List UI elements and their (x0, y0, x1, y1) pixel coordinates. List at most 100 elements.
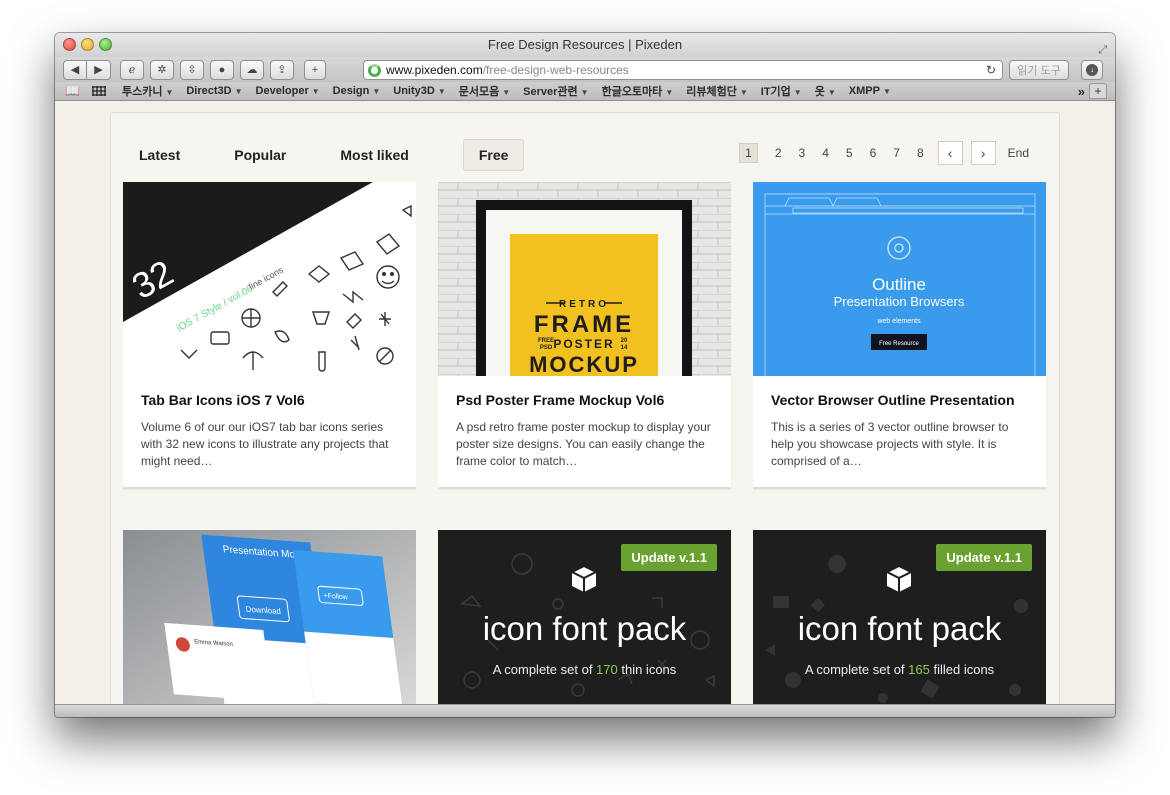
card-title[interactable]: Psd Poster Frame Mockup Vol6 (456, 392, 713, 408)
thumb-outline-subtitle: Presentation Browsers (834, 294, 965, 309)
bookmark-label: 옷 (814, 86, 825, 98)
tab-latest[interactable]: Latest (139, 147, 180, 163)
chevron-down-icon: ▼ (502, 88, 511, 97)
sync-icon[interactable]: ⇳ (180, 59, 204, 80)
tab-most-liked[interactable]: Most liked (340, 147, 408, 163)
poster-frame-artwork: RETRO FRAME FREE PSD POSTER 20 14 MOCKUP (438, 182, 731, 376)
address-path: /free-design-web-resources (482, 63, 629, 77)
page-link[interactable]: 4 (822, 146, 829, 160)
page-link[interactable]: 2 (775, 146, 782, 160)
poster-year-top: 20 (621, 338, 628, 344)
card-thumbnail[interactable]: Outline Presentation Browsers web elemen… (753, 182, 1046, 376)
last-page-link[interactable]: End (1008, 146, 1029, 160)
page-link[interactable]: 3 (799, 146, 806, 160)
page-link[interactable]: 5 (846, 146, 853, 160)
downloads-button[interactable]: ↓ (1081, 60, 1103, 80)
reload-icon[interactable]: ↻ (986, 63, 996, 77)
bookmark-label: Developer (255, 85, 309, 97)
next-page-button[interactable]: › (970, 141, 996, 165)
update-badge[interactable]: Update v.1.1 (936, 544, 1032, 571)
ie-tab-icon[interactable]: ℯ (120, 59, 144, 80)
browser-window: Free Design Resources | Pixeden ⤢ ◀ ▶ ℯ … (55, 33, 1115, 717)
minimize-window-button[interactable] (81, 38, 94, 51)
tab-bar-icons-artwork: 32 Tab-Bar Icons iOS 7 Style / vol.06 li… (123, 182, 416, 376)
pagination: 1 2 3 4 5 6 7 8 ‹ › End (739, 141, 1029, 165)
share-icon[interactable]: ⇪ (270, 59, 294, 80)
record-icon[interactable]: ● (210, 59, 234, 80)
bookmark-item[interactable]: Design ▼ (333, 85, 381, 97)
poster-year-bottom: 14 (621, 345, 628, 351)
subtitle-suffix: filled icons (929, 662, 995, 677)
bookmark-label: 투스카니 (121, 86, 163, 98)
close-window-button[interactable] (63, 38, 76, 51)
subtitle-prefix: A complete set of (492, 662, 597, 677)
chevron-down-icon: ▼ (882, 87, 891, 96)
new-tab-plus-icon[interactable]: + (304, 59, 326, 80)
poster-free-text: FREE (538, 338, 554, 344)
page-link[interactable]: 8 (917, 146, 924, 160)
resource-card[interactable]: RETRO FRAME FREE PSD POSTER 20 14 MOCKUP (438, 182, 731, 489)
extension-icon[interactable]: ✲ (150, 59, 174, 80)
card-thumbnail[interactable]: Update v.1.1 icon font pack A complete s… (753, 530, 1046, 704)
icon-font-pack-title: icon font pack (482, 610, 687, 647)
bookmark-item[interactable]: Developer ▼ (256, 85, 320, 97)
back-button[interactable]: ◀ (63, 59, 87, 80)
bookmark-item[interactable]: 투스카니 ▼ (122, 83, 173, 99)
page-link[interactable]: 7 (893, 146, 900, 160)
bookmark-item[interactable]: Server관련 ▼ (523, 83, 588, 99)
more-bookmarks-icon[interactable]: » (1078, 84, 1085, 99)
zoom-window-button[interactable] (99, 38, 112, 51)
page-link[interactable]: 6 (870, 146, 877, 160)
thumb-free-resource-button: Free Resource (879, 341, 919, 347)
presentation-mockup-artwork: Presentation Mockup Download Emma Watson (123, 530, 416, 704)
card-title[interactable]: Tab Bar Icons iOS 7 Vol6 (141, 392, 398, 408)
resource-card[interactable]: 32 Tab-Bar Icons iOS 7 Style / vol.06 li… (123, 182, 416, 489)
card-thumbnail[interactable]: Presentation Mockup Download Emma Watson (123, 530, 416, 704)
bookmark-label: IT기업 (760, 86, 791, 98)
bookmark-item[interactable]: 리뷰체험단 ▼ (686, 83, 748, 99)
resource-card[interactable]: Presentation Mockup Download Emma Watson (123, 530, 416, 704)
page-viewport: Latest Popular Most liked Free 1 2 3 4 5… (55, 102, 1115, 704)
prev-page-button[interactable]: ‹ (937, 141, 963, 165)
tab-free[interactable]: Free (462, 139, 525, 171)
chevron-down-icon: ▼ (165, 88, 174, 97)
bookmark-item[interactable]: 문서모음 ▼ (459, 83, 510, 99)
bookmark-item[interactable]: Unity3D ▼ (393, 85, 445, 97)
bookmark-item[interactable]: Direct3D ▼ (186, 85, 242, 97)
poster-retro-text: RETRO (559, 299, 609, 310)
card-thumbnail[interactable]: 32 Tab-Bar Icons iOS 7 Style / vol.06 li… (123, 182, 416, 376)
title-bar: Free Design Resources | Pixeden ⤢ (55, 33, 1115, 57)
cloud-icon[interactable]: ☁ (240, 59, 264, 80)
reader-button[interactable]: 읽기 도구 (1009, 60, 1069, 80)
icon-font-pack-subtitle: A complete set of 170 thin icons (438, 662, 731, 677)
bookmark-item[interactable]: IT기업 ▼ (761, 83, 802, 99)
poster-frame-text: FRAME (534, 311, 634, 338)
download-icon: ↓ (1086, 64, 1098, 76)
window-controls (63, 38, 112, 51)
resource-panel: Latest Popular Most liked Free 1 2 3 4 5… (110, 112, 1060, 704)
resource-card[interactable]: Outline Presentation Browsers web elemen… (753, 182, 1046, 489)
card-thumbnail[interactable]: RETRO FRAME FREE PSD POSTER 20 14 MOCKUP (438, 182, 731, 376)
thumb-outline-title: Outline (872, 275, 926, 294)
page-link-current[interactable]: 1 (739, 143, 758, 163)
nav-buttons: ◀ ▶ (63, 59, 111, 80)
reading-list-icon[interactable]: 📖 (65, 84, 80, 98)
tab-popular[interactable]: Popular (234, 147, 286, 163)
bookmark-item[interactable]: 옷 ▼ (815, 83, 836, 99)
bookmark-item[interactable]: 한글오토마타 ▼ (602, 83, 674, 99)
thumb-outline-small: web elements (876, 318, 921, 325)
resource-card[interactable]: Update v.1.1 icon font pack A complete s… (438, 530, 731, 704)
update-badge[interactable]: Update v.1.1 (621, 544, 717, 571)
forward-button[interactable]: ▶ (87, 59, 111, 80)
address-bar[interactable]: www.pixeden.com/free-design-web-resource… (363, 60, 1003, 80)
chevron-down-icon: ▼ (793, 88, 802, 97)
chevron-down-icon: ▼ (234, 87, 243, 96)
bookmark-item[interactable]: XMPP ▼ (849, 85, 891, 97)
bookmark-label: Unity3D (393, 85, 435, 97)
card-thumbnail[interactable]: Update v.1.1 icon font pack A complete s… (438, 530, 731, 704)
browser-outline-artwork: Outline Presentation Browsers web elemen… (753, 182, 1046, 376)
card-title[interactable]: Vector Browser Outline Presentation (771, 392, 1028, 408)
resource-card[interactable]: Update v.1.1 icon font pack A complete s… (753, 530, 1046, 704)
top-sites-icon[interactable] (91, 86, 106, 96)
new-tab-button[interactable]: + (1089, 83, 1107, 99)
